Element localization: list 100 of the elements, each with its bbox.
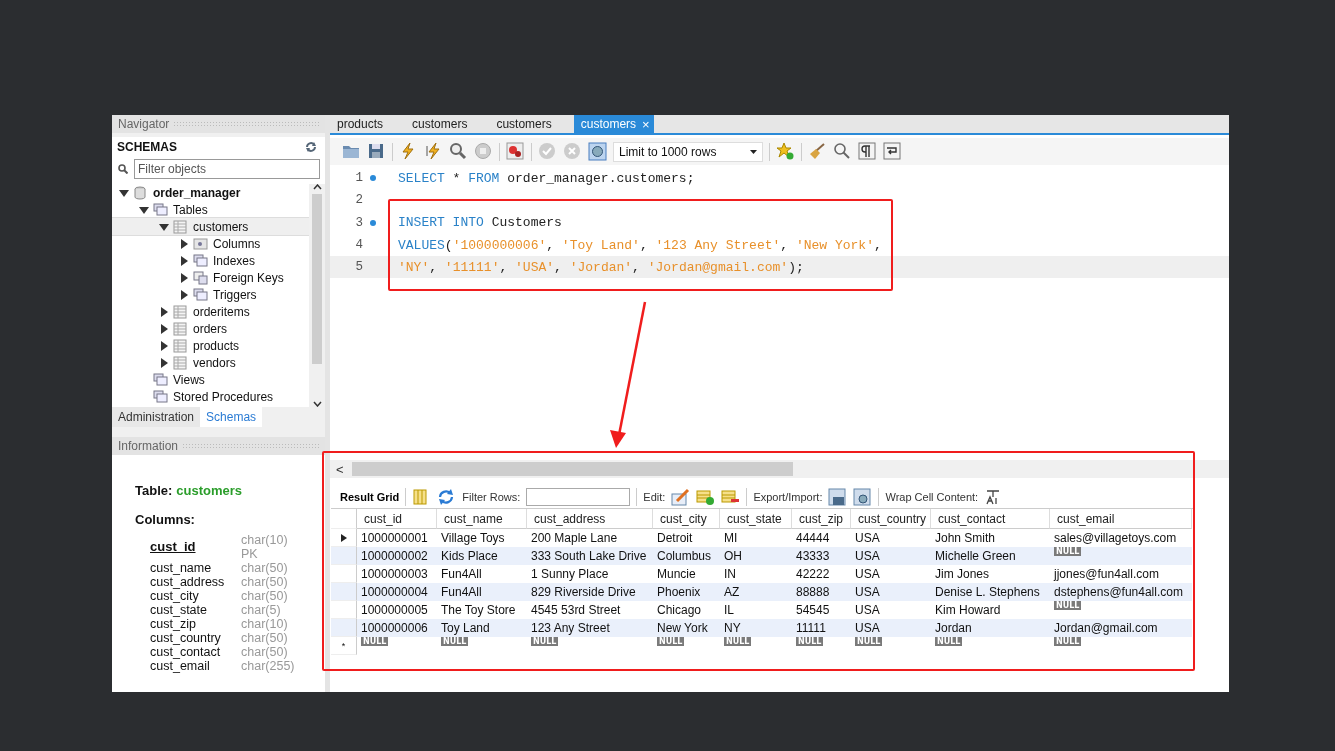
column-type: char(50) [241, 589, 289, 603]
table-cell-text: 1 Sunny Place [530, 566, 610, 583]
table-name: customers [176, 483, 243, 498]
line-number: 5 [354, 260, 363, 275]
table-cell: 88888 [792, 583, 851, 601]
table-cell: 333 South Lake Drive [527, 547, 653, 565]
code-text: VALUES('1000000006', 'Toy Land', '123 Any Street', 'New York', [398, 237, 882, 253]
tree-item[interactable]: Stored Procedures [112, 388, 309, 405]
close-icon[interactable]: × [642, 116, 650, 132]
column-header[interactable]: cust_zip [792, 509, 851, 529]
table-cell: 1000000006 [357, 619, 437, 637]
table-cell: USA [851, 619, 931, 637]
null-badge: NULL [1054, 637, 1082, 646]
table-cell-text: Fun4All [440, 566, 483, 583]
column-type: char(255) [241, 659, 296, 673]
column-name: cust_contact [150, 645, 222, 659]
column-name: cust_address [150, 575, 226, 589]
table-cell-text: Chicago [656, 602, 703, 619]
table-cell-text: IN [723, 566, 737, 583]
code-text: SELECT * FROM order_manager.customers; [398, 170, 695, 186]
column-header[interactable]: cust_name [437, 509, 527, 529]
column-type: char(50) [241, 631, 289, 645]
toolbar-label: Edit: [643, 491, 666, 503]
column-header[interactable]: cust_state [720, 509, 792, 529]
table-cell: dstephens@fun4all.com [1050, 583, 1192, 601]
limit-dropdown[interactable]: Limit to 1000 rows [613, 141, 763, 162]
tree-item[interactable]: orders [112, 320, 309, 337]
table-cell: Michelle Green [931, 547, 1050, 565]
column-type: char(50) [241, 575, 289, 589]
null-badge: NULL [724, 637, 752, 646]
row-header[interactable]: * [331, 637, 357, 655]
column-type: char(5) [241, 603, 282, 617]
table-cell-text: 4545 53rd Street [530, 602, 622, 619]
column-header[interactable]: cust_address [527, 509, 653, 529]
scroll-left-button[interactable]: < [334, 461, 346, 477]
panel-tab[interactable]: Administration [112, 407, 201, 427]
column-type: char(10) [241, 533, 289, 547]
column-type: char(50) [241, 561, 289, 575]
table-cell-text: USA [854, 530, 881, 547]
column-header[interactable]: cust_contact [931, 509, 1050, 529]
column-name: cust_zip [150, 617, 197, 631]
editor-tab[interactable]: customers [489, 115, 574, 133]
key-label: PK [241, 547, 259, 561]
table-cell-text: 200 Maple Lane [530, 530, 619, 547]
line-number: 3 [354, 215, 363, 230]
table-cell-text: USA [854, 566, 881, 583]
table-cell: 1000000004 [357, 583, 437, 601]
column-name: cust_state [150, 603, 208, 617]
tree-item[interactable]: order_manager [112, 184, 309, 201]
table-cell: 11111 [792, 619, 851, 637]
editor-tab[interactable]: customers × [573, 115, 654, 133]
table-cell-text: The Toy Store [440, 602, 517, 619]
column-type: char(50) [241, 645, 289, 659]
tree-item[interactable]: Triggers [112, 286, 309, 303]
code-text: INSERT INTO Customers [398, 215, 562, 231]
line-number: 4 [354, 238, 363, 253]
tree-item[interactable]: products [112, 337, 309, 354]
table-cell: OH [720, 547, 792, 565]
null-badge: NULL [1054, 547, 1082, 556]
table-cell-text: MI [723, 530, 739, 547]
table-cell-text: Village Toys [440, 530, 506, 547]
toolbar-label: Filter Rows: [462, 491, 521, 503]
editor-tab[interactable]: customers [405, 115, 490, 133]
tree-item[interactable]: vendors [112, 354, 309, 371]
tree-item[interactable]: Indexes [112, 252, 309, 269]
null-badge: NULL [361, 637, 389, 646]
table-cell-text: 1000000005 [360, 602, 429, 619]
info-label: Table: [135, 483, 173, 498]
column-header[interactable]: cust_country [851, 509, 931, 529]
tree-item[interactable]: Foreign Keys [112, 269, 309, 286]
editor-tab[interactable]: products [330, 115, 406, 133]
table-cell: 829 Riverside Drive [527, 583, 653, 601]
null-badge: NULL [935, 637, 963, 646]
column-name: cust_id [150, 538, 197, 556]
tree-item[interactable]: customers [112, 218, 309, 235]
table-cell-text: jjones@fun4all.com [1052, 566, 1160, 583]
table-cell-text: 54545 [795, 602, 831, 619]
table-cell-text: 1000000003 [360, 566, 429, 583]
line-number: 2 [354, 193, 363, 208]
panel-tab[interactable]: Schemas [200, 407, 263, 427]
panel-title: Information [118, 439, 179, 453]
table-cell: 1000000002 [357, 547, 437, 565]
column-header[interactable]: cust_email [1050, 509, 1192, 529]
table-cell-text: USA [854, 602, 881, 619]
table-cell: 123 Any Street [527, 619, 653, 637]
tree-item[interactable]: Tables [112, 201, 309, 218]
table-cell-text: 44444 [795, 530, 831, 547]
column-header[interactable]: cust_id [357, 509, 437, 529]
filter-field[interactable]: Filter objects [134, 159, 320, 179]
table-cell: AZ [720, 583, 792, 601]
null-badge: NULL [796, 637, 824, 646]
column-header[interactable]: cust_city [653, 509, 720, 529]
result-grid-tab[interactable]: Result Grid [340, 491, 400, 503]
column-name: cust_country [150, 631, 222, 645]
tree-item[interactable]: orderitems [112, 303, 309, 320]
null-badge: NULL [855, 637, 883, 646]
scrollbar[interactable]: < [330, 460, 1229, 478]
tree-item[interactable]: Views [112, 371, 309, 388]
table-cell: Kids Place [437, 547, 527, 565]
tree-item[interactable]: Columns [112, 235, 309, 252]
